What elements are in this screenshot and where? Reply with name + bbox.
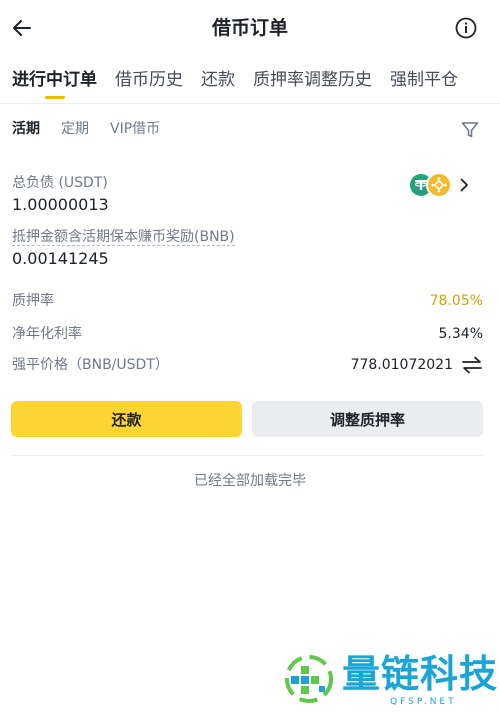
filter-icon: [461, 122, 479, 138]
info-button[interactable]: [454, 16, 478, 40]
watermark-text: 量链科技: [342, 652, 499, 696]
tab-borrow-history[interactable]: 借币历史: [106, 56, 192, 103]
subtab-fixed[interactable]: 定期: [61, 118, 89, 140]
end-of-list-text: 已经全部加载完毕: [194, 473, 306, 489]
apr-value: 5.34%: [438, 326, 483, 342]
apr-row: 净年化利率 5.34%: [12, 323, 483, 345]
watermark-logo-icon: [285, 655, 333, 703]
page-title: 借币订单: [211, 17, 288, 39]
apr-label: 净年化利率: [12, 326, 82, 342]
collateral-label[interactable]: 抵押金额含活期保本赚币奖励(BNB): [12, 227, 235, 247]
info-circle-icon: [455, 17, 477, 39]
adjust-ltv-button[interactable]: 调整质押率: [252, 401, 483, 437]
repay-button[interactable]: 还款: [11, 401, 242, 437]
total-debt-label: 总负债 (USDT): [12, 175, 108, 191]
filter-button[interactable]: [460, 120, 480, 140]
collateral-label-text: 抵押金额含活期保本赚币奖励(BNB): [12, 229, 235, 246]
chevron-right-icon: [460, 178, 468, 192]
swap-pair-button[interactable]: [461, 355, 483, 375]
order-tabs: 进行中订单 借币历史 还款 质押率调整历史 强制平仓: [0, 56, 500, 104]
order-detail-link[interactable]: [408, 172, 478, 200]
loan-type-tabs: 活期 定期 VIP借币: [0, 112, 500, 146]
subtab-flexible[interactable]: 活期: [12, 118, 40, 140]
subtab-vip-loan[interactable]: VIP借币: [110, 118, 160, 140]
tab-liquidation[interactable]: 强制平仓: [381, 56, 467, 103]
tab-ltv-adjust-history[interactable]: 质押率调整历史: [244, 56, 381, 103]
ltv-row: 质押率 78.05%: [12, 290, 483, 312]
tab-active-orders[interactable]: 进行中订单: [0, 56, 106, 103]
liquidation-price-value: 778.01072021: [350, 357, 453, 373]
divider: [11, 455, 483, 456]
tab-repayment[interactable]: 还款: [192, 56, 244, 103]
header: 借币订单: [0, 0, 500, 56]
ltv-value: 78.05%: [429, 293, 483, 309]
collateral-value: 0.00141245: [12, 249, 109, 268]
liquidation-price-row: 强平价格（BNB/USDT） 778.01072021: [12, 354, 483, 376]
watermark: 量链科技 QFSP.NET: [282, 650, 500, 713]
total-debt-value: 1.00000013: [12, 195, 109, 214]
bnb-icon: [426, 172, 452, 198]
ltv-label: 质押率: [12, 293, 54, 309]
watermark-url: QFSP.NET: [390, 697, 457, 707]
swap-arrows-icon: [462, 356, 482, 374]
liquidation-price-label: 强平价格（BNB/USDT）: [12, 357, 169, 373]
